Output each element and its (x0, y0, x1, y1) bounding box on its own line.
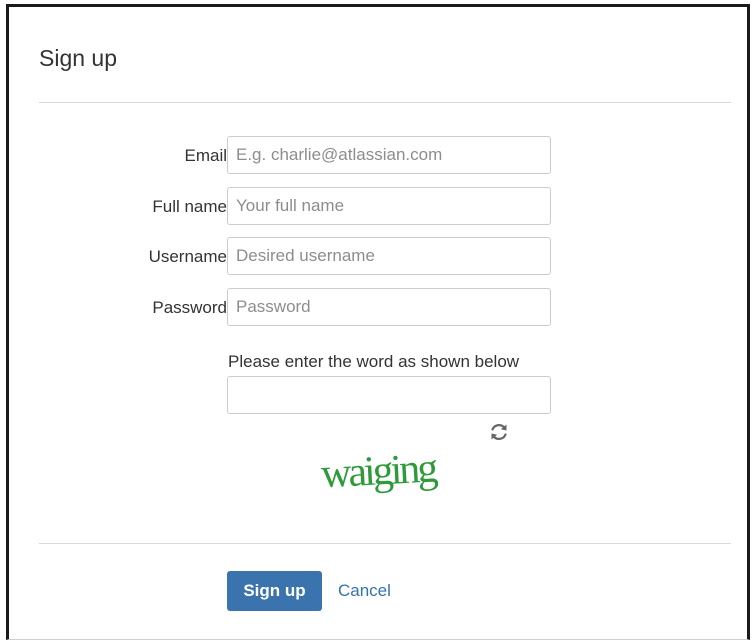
username-row: Username * (9, 237, 569, 275)
username-label: Username (148, 247, 227, 266)
password-row: Password * (9, 288, 569, 326)
full-name-label: Full name (152, 197, 227, 216)
footer-divider (39, 543, 731, 544)
email-row: Email * (9, 136, 569, 174)
password-field[interactable] (227, 288, 551, 326)
captcha-prompt: Please enter the word as shown below (228, 352, 520, 371)
email-field[interactable] (227, 136, 551, 174)
username-field[interactable] (227, 237, 551, 275)
captcha-input[interactable] (227, 376, 551, 414)
captcha-word: waiging (320, 445, 440, 497)
sign-up-button[interactable]: Sign up (227, 571, 322, 611)
full-name-row: Full name * (9, 187, 569, 225)
full-name-field[interactable] (227, 187, 551, 225)
captcha-image: waiging (317, 437, 493, 507)
password-label: Password (152, 298, 227, 317)
cancel-link[interactable]: Cancel (338, 581, 391, 601)
dialog-title: Sign up (39, 45, 118, 71)
header-divider (39, 102, 731, 103)
email-label: Email (184, 146, 227, 165)
page: Sign up Email * Full name * Username * P… (0, 0, 752, 644)
signup-dialog: Sign up Email * Full name * Username * P… (6, 4, 750, 640)
